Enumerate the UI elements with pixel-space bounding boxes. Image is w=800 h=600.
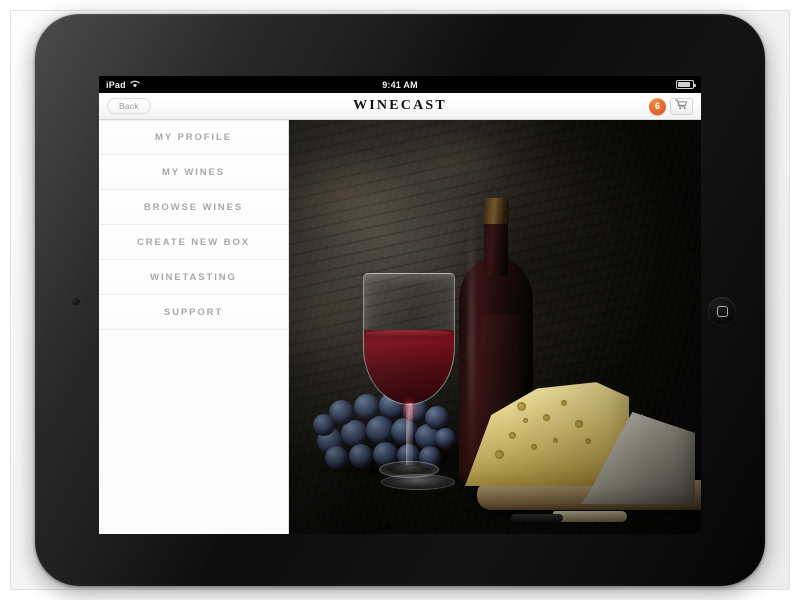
ipad-device: iPad 9:41 AM Back WINECAST 6 MY PROFILE … xyxy=(35,14,765,586)
status-bar-clock: 9:41 AM xyxy=(382,79,418,90)
status-bar: iPad 9:41 AM xyxy=(99,76,701,93)
sidebar-item-winetasting[interactable]: WINETASTING xyxy=(99,260,288,295)
hero-image xyxy=(289,120,701,534)
shopping-cart-icon xyxy=(675,97,688,115)
sidebar-item-my-wines[interactable]: MY WINES xyxy=(99,155,288,190)
sidebar-item-create-new-box[interactable]: CREATE NEW BOX xyxy=(99,225,288,260)
app-navigation-bar: Back WINECAST 6 xyxy=(99,93,701,120)
back-button[interactable]: Back xyxy=(107,97,151,115)
hero-vignette xyxy=(289,120,701,534)
tablet-screen: iPad 9:41 AM Back WINECAST 6 MY PROFILE … xyxy=(99,76,701,534)
front-camera-icon xyxy=(71,297,80,306)
home-button-square-glyph xyxy=(716,305,728,317)
shopping-cart-button[interactable] xyxy=(670,97,693,115)
app-bar-actions: 6 xyxy=(649,97,693,115)
sidebar-item-my-profile[interactable]: MY PROFILE xyxy=(99,120,288,155)
app-body: MY PROFILE MY WINES BROWSE WINES CREATE … xyxy=(99,120,701,534)
battery-icon xyxy=(676,80,696,89)
app-title: WINECAST xyxy=(353,98,447,113)
sidebar-item-browse-wines[interactable]: BROWSE WINES xyxy=(99,190,288,225)
sidebar-item-support[interactable]: SUPPORT xyxy=(99,295,288,330)
sidebar-navigation: MY PROFILE MY WINES BROWSE WINES CREATE … xyxy=(99,120,289,534)
status-bar-right xyxy=(676,80,696,89)
cart-count-badge[interactable]: 6 xyxy=(649,97,666,115)
home-button-icon[interactable] xyxy=(708,297,736,325)
